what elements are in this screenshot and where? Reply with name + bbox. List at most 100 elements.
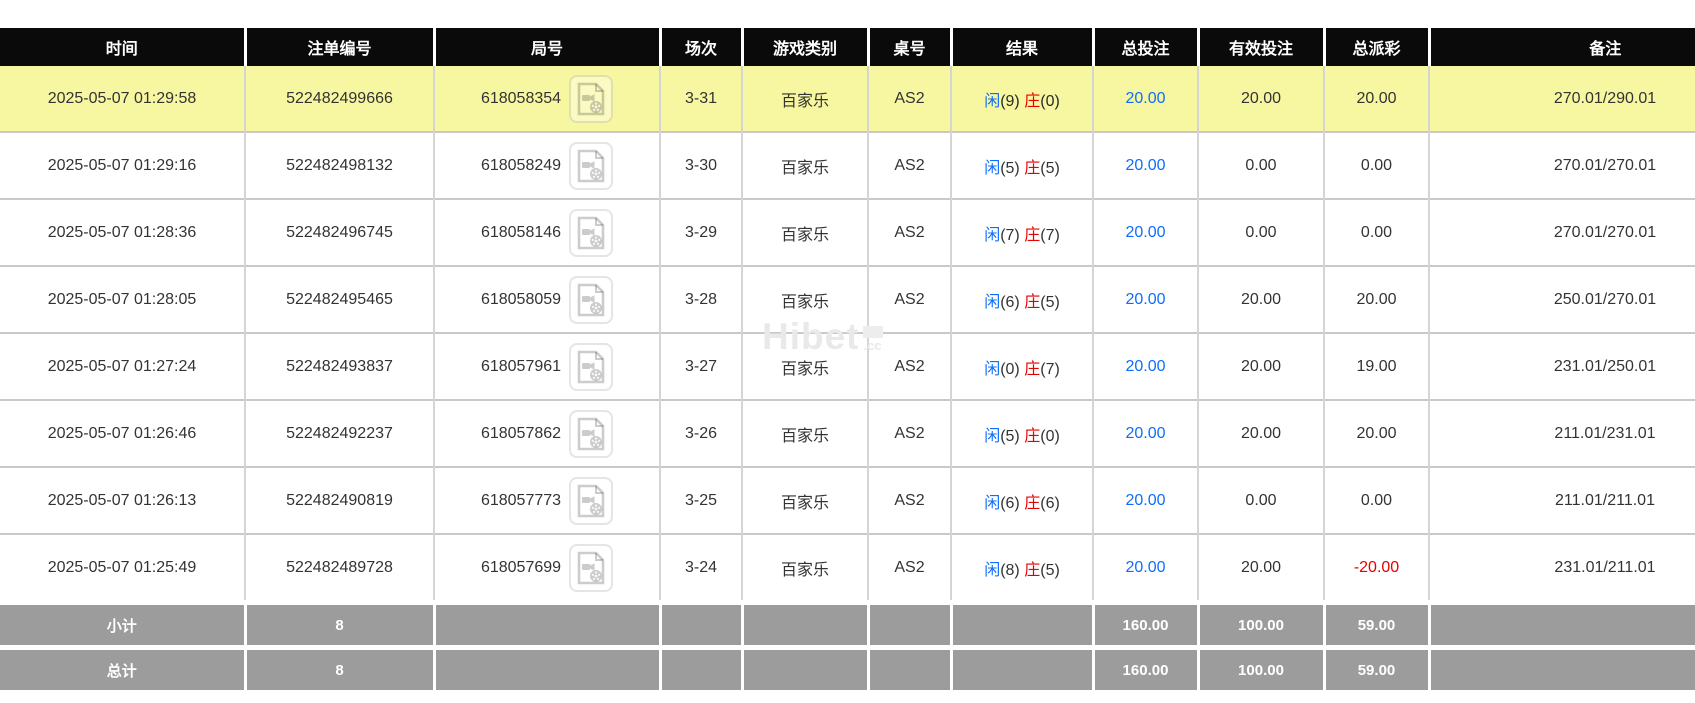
- cell-payout: -20.00: [1324, 533, 1430, 603]
- video-replay-button[interactable]: [569, 476, 614, 525]
- total-count: 8: [245, 645, 436, 690]
- subtotal-empty-cell: [434, 600, 662, 648]
- cell-table-no: AS2: [868, 533, 952, 603]
- result-player-score: (0): [1000, 360, 1020, 378]
- col-remark: 备注: [1429, 28, 1695, 66]
- video-replay-button[interactable]: [569, 208, 614, 257]
- cell-game-type: 百家乐: [742, 66, 869, 132]
- cell-result: 闲(8) 庄(5): [951, 533, 1094, 603]
- video-replay-button[interactable]: [569, 543, 614, 592]
- cell-valid-bet: 20.00: [1198, 332, 1325, 400]
- result-player-score: (6): [1000, 293, 1020, 311]
- result-banker-score: (5): [1040, 293, 1060, 311]
- total-empty-cell: [660, 645, 744, 690]
- cell-session: 3-27: [660, 332, 743, 400]
- result-banker-score: (0): [1040, 92, 1060, 110]
- cell-payout: 20.00: [1324, 399, 1430, 467]
- cell-result: 闲(5) 庄(0): [951, 399, 1094, 467]
- table-row: 2025-05-07 01:27:24 522482493837 618057961…: [0, 332, 1695, 400]
- round-no-wrap: 618058354: [481, 74, 614, 123]
- cell-payout: 0.00: [1324, 198, 1430, 266]
- cell-round-no: 618057699: [434, 533, 661, 603]
- table-row: 2025-05-07 01:29:58 522482499666 618058354…: [0, 66, 1695, 132]
- result-banker-label: 庄: [1024, 561, 1041, 579]
- cell-payout: 0.00: [1324, 131, 1430, 199]
- cell-total-bet: 20.00: [1093, 533, 1199, 603]
- result-player-score: (8): [1000, 561, 1020, 579]
- result-banker-label: 庄: [1024, 427, 1041, 445]
- cell-session: 3-24: [660, 533, 743, 603]
- video-replay-button[interactable]: [569, 342, 614, 391]
- result-player-label: 闲: [984, 293, 1001, 311]
- cell-time: 2025-05-07 01:28:05: [0, 265, 246, 333]
- cell-table-no: AS2: [868, 66, 952, 132]
- result-banker-score: (5): [1040, 561, 1060, 579]
- cell-total-bet: 20.00: [1093, 332, 1199, 400]
- subtotal-payout: 59.00: [1324, 600, 1431, 648]
- result-banker-score: (7): [1040, 360, 1060, 378]
- cell-valid-bet: 20.00: [1198, 66, 1325, 132]
- result-player-label: 闲: [984, 360, 1001, 378]
- result-banker-label: 庄: [1024, 226, 1041, 244]
- cell-game-type: 百家乐: [742, 466, 869, 534]
- round-no-value: 618058059: [480, 290, 562, 308]
- subtotal-empty-cell: [951, 600, 1095, 648]
- subtotal-empty-cell: [1429, 600, 1695, 648]
- result-player-label: 闲: [984, 561, 1001, 579]
- table-header: 时间 注单编号 局号 场次 游戏类别 桌号 结果 总投注 有效投注 总派彩 备注: [0, 28, 1695, 66]
- col-payout: 总派彩: [1324, 28, 1431, 66]
- total-empty-cell: [1429, 645, 1695, 690]
- subtotal-empty-cell: [742, 600, 870, 648]
- video-replay-button[interactable]: [569, 409, 614, 458]
- result-player-score: (5): [1000, 427, 1020, 445]
- video-file-icon: [577, 417, 605, 450]
- video-file-icon: [577, 551, 605, 584]
- cell-round-no: 618058249: [434, 131, 661, 199]
- result-banker-label: 庄: [1024, 360, 1041, 378]
- bet-history-table: 时间 注单编号 局号 场次 游戏类别 桌号 结果 总投注 有效投注 总派彩 备注…: [0, 28, 1695, 690]
- col-session: 场次: [660, 28, 744, 66]
- video-file-icon: [577, 283, 605, 316]
- cell-table-no: AS2: [868, 466, 952, 534]
- cell-valid-bet: 20.00: [1198, 265, 1325, 333]
- round-no-value: 618057961: [480, 357, 562, 375]
- total-empty-cell: [742, 645, 870, 690]
- total-row: 总计 8 160.00 100.00 59.00: [0, 645, 1695, 690]
- video-replay-button[interactable]: [569, 141, 614, 190]
- video-replay-button[interactable]: [569, 74, 614, 123]
- bet-history-table-wrap: 时间 注单编号 局号 场次 游戏类别 桌号 结果 总投注 有效投注 总派彩 备注…: [0, 28, 1695, 690]
- result-banker-label: 庄: [1024, 494, 1041, 512]
- video-replay-button[interactable]: [569, 275, 614, 324]
- subtotal-row: 小计 8 160.00 100.00 59.00: [0, 600, 1695, 648]
- cell-total-bet: 20.00: [1093, 466, 1199, 534]
- col-time: 时间: [0, 28, 247, 66]
- video-file-icon: [577, 216, 605, 249]
- cell-time: 2025-05-07 01:26:13: [0, 466, 246, 534]
- cell-bet-no: 522482498132: [245, 131, 435, 199]
- cell-remark: 211.01/231.01: [1429, 399, 1695, 467]
- col-valid-bet: 有效投注: [1198, 28, 1326, 66]
- result-player-label: 闲: [984, 226, 1001, 244]
- cell-remark: 231.01/211.01: [1429, 533, 1695, 603]
- cell-time: 2025-05-07 01:25:49: [0, 533, 246, 603]
- col-game-type: 游戏类别: [742, 28, 870, 66]
- cell-remark: 270.01/270.01: [1429, 131, 1695, 199]
- cell-session: 3-30: [660, 131, 743, 199]
- result-banker-label: 庄: [1024, 159, 1041, 177]
- result-banker-label: 庄: [1024, 293, 1041, 311]
- cell-valid-bet: 0.00: [1198, 198, 1325, 266]
- result-player-label: 闲: [984, 427, 1001, 445]
- subtotal-label: 小计: [0, 600, 247, 648]
- cell-result: 闲(0) 庄(7): [951, 332, 1094, 400]
- cell-round-no: 618057773: [434, 466, 661, 534]
- cell-payout: 20.00: [1324, 265, 1430, 333]
- total-empty-cell: [868, 645, 953, 690]
- cell-total-bet: 20.00: [1093, 131, 1199, 199]
- video-file-icon: [577, 350, 605, 383]
- cell-table-no: AS2: [868, 265, 952, 333]
- cell-remark: 211.01/211.01: [1429, 466, 1695, 534]
- round-no-wrap: 618057699: [481, 543, 614, 592]
- table-row: 2025-05-07 01:28:05 522482495465 618058059…: [0, 265, 1695, 333]
- cell-remark: 270.01/270.01: [1429, 198, 1695, 266]
- cell-table-no: AS2: [868, 332, 952, 400]
